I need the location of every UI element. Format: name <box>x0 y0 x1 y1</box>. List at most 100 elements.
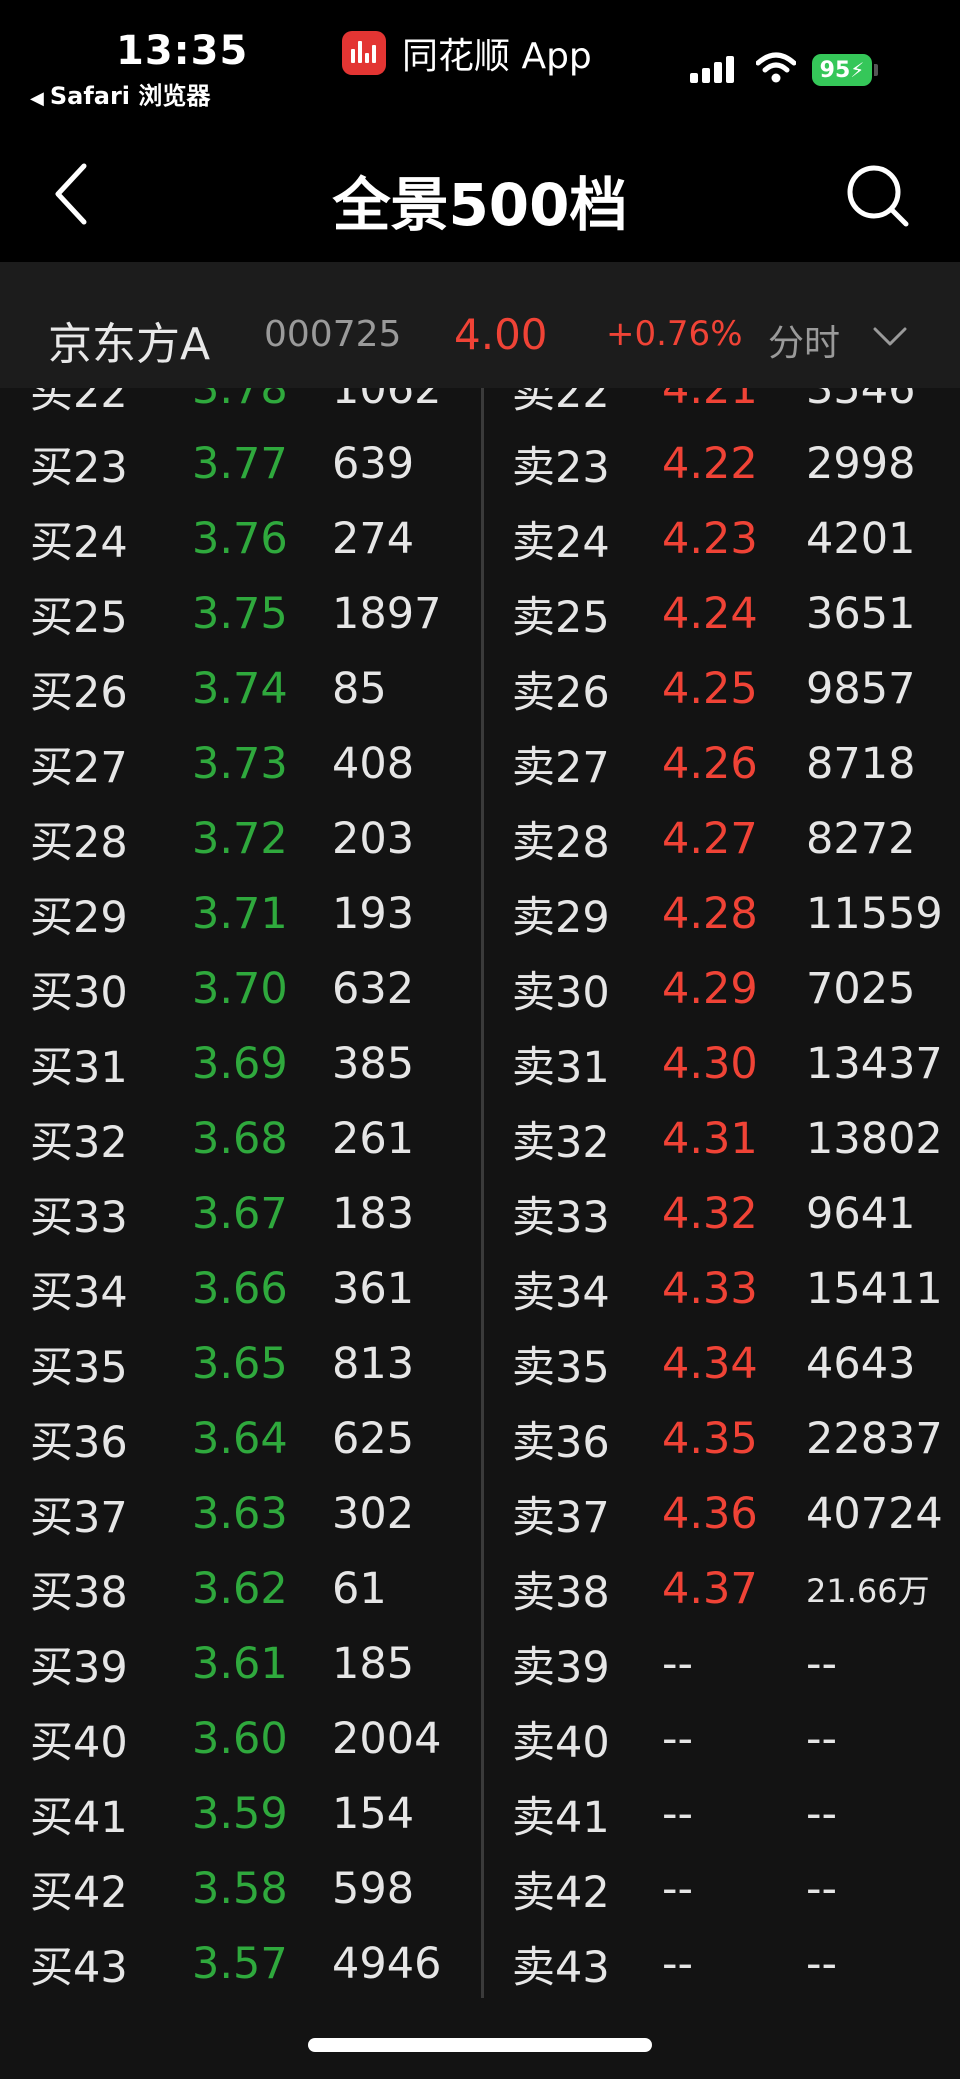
bid-price: 3.67 <box>192 1188 288 1239</box>
bid-level: 买25 <box>30 592 128 643</box>
ask-volume: 22837 <box>806 1413 943 1464</box>
bid-volume: 1897 <box>332 588 442 639</box>
bid-price: 3.72 <box>192 813 288 864</box>
ask-level: 卖38 <box>512 1567 610 1618</box>
bid-volume: 261 <box>332 1113 415 1164</box>
back-to-safari-link[interactable]: ◀ Safari 浏览器 <box>30 76 210 111</box>
bid-price: 3.74 <box>192 663 288 714</box>
bid-level: 买28 <box>30 817 128 868</box>
mode-selector[interactable]: 分时 <box>768 314 840 366</box>
ask-row: 卖26 4.25 9857 <box>484 651 960 726</box>
ask-volume: -- <box>806 1788 838 1839</box>
bid-volume: 185 <box>332 1638 415 1689</box>
bid-volume: 625 <box>332 1413 415 1464</box>
ask-price: -- <box>662 1638 694 1689</box>
bid-level: 买42 <box>30 1867 128 1918</box>
ask-price: 4.34 <box>662 1338 758 1389</box>
bid-volume: 203 <box>332 813 415 864</box>
bid-price: 3.66 <box>192 1263 288 1314</box>
bid-level: 买38 <box>30 1567 128 1618</box>
search-icon <box>847 165 909 227</box>
ask-volume: -- <box>806 1938 838 1989</box>
bid-level: 买34 <box>30 1267 128 1318</box>
bid-level: 买30 <box>30 967 128 1018</box>
app-screen: 13:35 ◀ Safari 浏览器 同花顺 App 95 ⚡ 全景500档 京… <box>0 0 960 2079</box>
home-indicator[interactable] <box>308 2038 652 2052</box>
bid-volume: 183 <box>332 1188 415 1239</box>
bid-row: 买42 3.58 598 <box>0 1851 480 1926</box>
bid-price: 3.68 <box>192 1113 288 1164</box>
ask-volume: 15411 <box>806 1263 943 1314</box>
bid-level: 买43 <box>30 1942 128 1993</box>
bid-price: 3.61 <box>192 1638 288 1689</box>
bid-price: 3.62 <box>192 1563 288 1614</box>
ask-price: 4.28 <box>662 888 758 939</box>
ask-volume: 7025 <box>806 963 916 1014</box>
ask-row: 卖22 4.21 3546 <box>484 388 960 426</box>
ask-price: 4.35 <box>662 1413 758 1464</box>
bid-volume: 408 <box>332 738 415 789</box>
bid-level: 买35 <box>30 1342 128 1393</box>
bid-row: 买24 3.76 274 <box>0 501 480 576</box>
battery-tip <box>874 64 878 76</box>
bid-row: 买29 3.71 193 <box>0 876 480 951</box>
ask-price: 4.36 <box>662 1488 758 1539</box>
ask-volume: 13437 <box>806 1038 943 1089</box>
bid-price: 3.73 <box>192 738 288 789</box>
bid-row: 买35 3.65 813 <box>0 1326 480 1401</box>
ask-row: 卖35 4.34 4643 <box>484 1326 960 1401</box>
ask-volume: 3546 <box>806 388 916 414</box>
bid-level: 买23 <box>30 442 128 493</box>
ask-level: 卖43 <box>512 1942 610 1993</box>
bid-row: 买38 3.62 61 <box>0 1551 480 1626</box>
bid-volume: 302 <box>332 1488 415 1539</box>
ask-row: 卖36 4.35 22837 <box>484 1401 960 1476</box>
order-book[interactable]: 买22 3.78 1062 买23 3.77 639 买24 3.76 274 买25 3.75 18… <box>0 388 960 2008</box>
chevron-down-icon[interactable] <box>872 326 908 352</box>
bid-price: 3.78 <box>192 388 288 414</box>
ask-price: 4.29 <box>662 963 758 1014</box>
ask-row: 卖37 4.36 40724 <box>484 1476 960 1551</box>
bid-row: 买39 3.61 185 <box>0 1626 480 1701</box>
ask-price: 4.21 <box>662 388 758 414</box>
bid-volume: 4946 <box>332 1938 442 1989</box>
bid-level: 买24 <box>30 517 128 568</box>
bid-volume: 1062 <box>332 388 442 414</box>
bid-volume: 154 <box>332 1788 415 1839</box>
bid-volume: 2004 <box>332 1713 442 1764</box>
bid-row: 买28 3.72 203 <box>0 801 480 876</box>
ask-volume: 13802 <box>806 1113 943 1164</box>
ask-price: 4.27 <box>662 813 758 864</box>
bid-price: 3.71 <box>192 888 288 939</box>
ask-level: 卖33 <box>512 1192 610 1243</box>
page-title: 全景500档 <box>332 171 628 239</box>
bid-level: 买39 <box>30 1642 128 1693</box>
bid-volume: 361 <box>332 1263 415 1314</box>
ask-level: 卖35 <box>512 1342 610 1393</box>
ask-row: 卖43 -- -- <box>484 1926 960 2001</box>
bid-volume: 274 <box>332 513 415 564</box>
bid-volume: 632 <box>332 963 415 1014</box>
ask-list: 卖22 4.21 3546 卖23 4.22 2998 卖24 4.23 4201 卖25 4.24… <box>484 388 960 2001</box>
ask-volume: 4201 <box>806 513 916 564</box>
ask-row: 卖23 4.22 2998 <box>484 426 960 501</box>
ask-level: 卖37 <box>512 1492 610 1543</box>
bid-price: 3.63 <box>192 1488 288 1539</box>
ask-row: 卖28 4.27 8272 <box>484 801 960 876</box>
bid-price: 3.75 <box>192 588 288 639</box>
ask-level: 卖32 <box>512 1117 610 1168</box>
wifi-icon <box>755 52 797 88</box>
ask-volume: 11559 <box>806 888 943 939</box>
signal-icon <box>690 56 734 83</box>
ask-volume: 9857 <box>806 663 916 714</box>
bid-row: 买26 3.74 85 <box>0 651 480 726</box>
battery-level: 95 <box>819 57 851 83</box>
ask-level: 卖26 <box>512 667 610 718</box>
search-button[interactable] <box>846 164 910 232</box>
bid-level: 买22 <box>30 388 128 418</box>
bid-row: 买41 3.59 154 <box>0 1776 480 1851</box>
bid-price: 3.70 <box>192 963 288 1014</box>
bid-price: 3.60 <box>192 1713 288 1764</box>
ask-volume: -- <box>806 1863 838 1914</box>
ask-row: 卖42 -- -- <box>484 1851 960 1926</box>
